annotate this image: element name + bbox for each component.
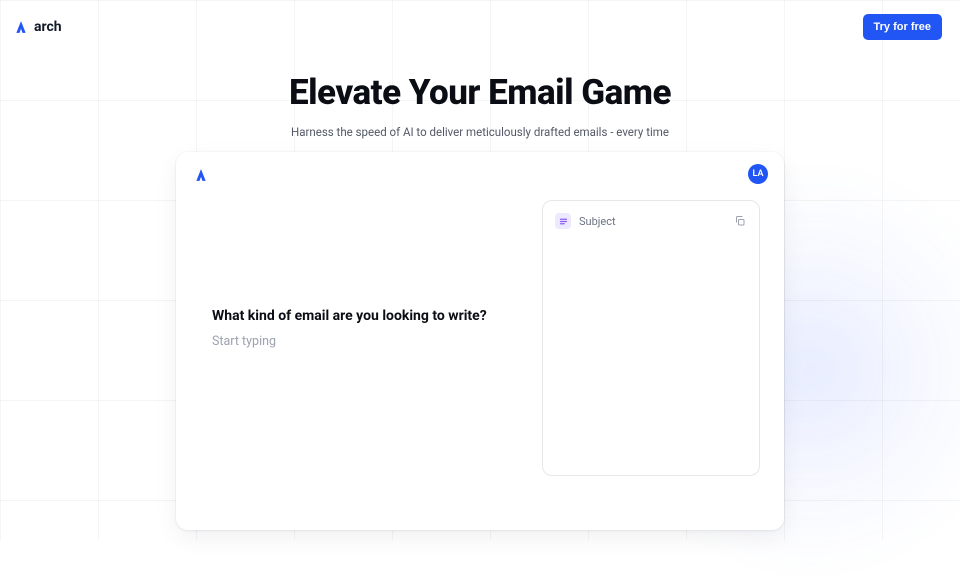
email-preview-card: Subject	[542, 200, 760, 476]
subject-icon	[555, 213, 571, 229]
site-header: arch Try for free	[0, 0, 960, 54]
brand-logo[interactable]: arch	[14, 19, 62, 35]
brand-name: arch	[34, 19, 62, 35]
preview-subject-label: Subject	[579, 215, 725, 228]
prompt-input[interactable]	[212, 334, 518, 349]
hero-subtitle: Harness the speed of AI to deliver metic…	[0, 125, 960, 139]
prompt-question: What kind of email are you looking to wr…	[212, 308, 518, 324]
preview-area: Subject	[542, 200, 760, 506]
brand-mark-icon	[14, 20, 28, 34]
hero-section: Elevate Your Email Game Harness the spee…	[0, 72, 960, 139]
try-for-free-button[interactable]: Try for free	[863, 14, 942, 40]
panel-brand-mark-icon	[194, 167, 208, 181]
panel-body: What kind of email are you looking to wr…	[176, 192, 784, 530]
preview-header: Subject	[543, 201, 759, 239]
panel-header: LA	[176, 152, 784, 192]
hero-title: Elevate Your Email Game	[0, 72, 960, 113]
prompt-area: What kind of email are you looking to wr…	[212, 200, 518, 506]
copy-button[interactable]	[733, 214, 747, 228]
app-panel: LA What kind of email are you looking to…	[176, 152, 784, 530]
user-avatar[interactable]: LA	[748, 164, 768, 184]
copy-icon	[734, 215, 746, 227]
